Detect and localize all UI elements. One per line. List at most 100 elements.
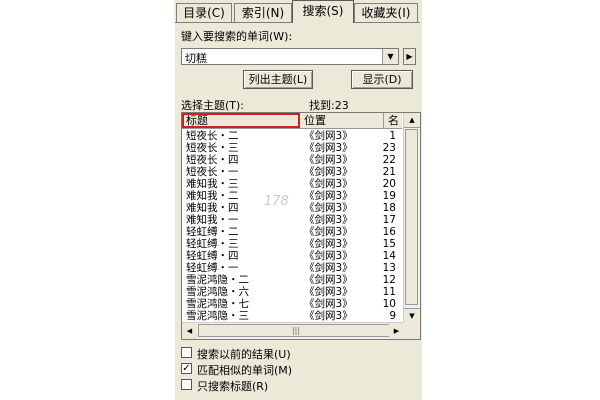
row-title: 轻虹缚・三 (186, 238, 239, 250)
search-titles-only-label[interactable]: 只搜索标题(R) (197, 378, 268, 394)
table-row[interactable]: 短夜长・四 《剑网3》 22 (182, 154, 402, 166)
table-row[interactable]: 轻虹缚・一 《剑网3》 13 (182, 262, 402, 274)
row-title: 难知我・一 (186, 214, 239, 226)
search-prompt-label: 键入要搜索的单词(W): (181, 30, 293, 43)
row-location: 《剑网3》 (304, 262, 353, 274)
table-row[interactable]: 雪泥鸿隐・六 《剑网3》 11 (182, 286, 402, 298)
table-row[interactable]: 轻虹缚・二 《剑网3》 16 (182, 226, 402, 238)
results-list[interactable]: 标题 位置 名 短夜长・二 《剑网3》 1 短夜长・三 《剑网3》 23 短夜长・四 《剑网3… (181, 112, 421, 340)
row-title: 雪泥鸿隐・六 (186, 286, 249, 298)
row-rank: 11 (382, 286, 396, 298)
match-similar-words-option[interactable]: ✓ 匹配相似的单词(M) (181, 362, 421, 378)
scroll-down-icon[interactable]: ▼ (404, 308, 420, 323)
row-title: 短夜长・一 (186, 166, 239, 178)
row-title: 短夜长・三 (186, 142, 239, 154)
row-rank: 1 (389, 130, 396, 142)
row-title: 轻虹缚・四 (186, 250, 239, 262)
search-titles-only-option[interactable]: 只搜索标题(R) (181, 378, 421, 394)
horizontal-scroll-thumb[interactable]: ||| (198, 324, 394, 337)
vertical-scroll-thumb[interactable] (405, 129, 418, 305)
search-input-value[interactable]: 切糕 (185, 50, 207, 66)
vertical-scrollbar[interactable]: ▲ ▼ (403, 113, 420, 323)
search-previous-results-checkbox[interactable] (181, 347, 192, 358)
row-rank: 22 (382, 154, 396, 166)
row-location: 《剑网3》 (304, 214, 353, 226)
row-title: 雪泥鸿隐・三 (186, 310, 249, 322)
row-rank: 23 (382, 142, 396, 154)
row-title: 轻虹缚・二 (186, 226, 239, 238)
row-title: 雪泥鸿隐・七 (186, 298, 249, 310)
table-row[interactable]: 雪泥鸿隐・七 《剑网3》 10 (182, 298, 402, 310)
table-row[interactable]: 轻虹缚・三 《剑网3》 15 (182, 238, 402, 250)
row-location: 《剑网3》 (304, 154, 353, 166)
row-title: 难知我・四 (186, 202, 239, 214)
row-title: 轻虹缚・一 (186, 262, 239, 274)
row-rank: 18 (382, 202, 396, 214)
scroll-left-icon[interactable]: ◀ (182, 323, 197, 339)
row-rank: 17 (382, 214, 396, 226)
row-location: 《剑网3》 (304, 250, 353, 262)
row-location: 《剑网3》 (304, 142, 353, 154)
row-rank: 20 (382, 178, 396, 190)
search-pane: 键入要搜索的单词(W): 切糕 ▼ ▶ 列出主题(L) 显示(D) 选择主题(T… (174, 22, 421, 400)
row-rank: 19 (382, 190, 396, 202)
horizontal-scrollbar[interactable]: ◀ ||| ▶ (182, 322, 404, 339)
title-header-highlight (182, 113, 300, 128)
search-titles-only-checkbox[interactable] (181, 379, 192, 390)
display-button[interactable]: 显示(D) (351, 70, 413, 89)
match-similar-words-checkbox[interactable]: ✓ (181, 363, 192, 374)
row-title: 雪泥鸿隐・二 (186, 274, 249, 286)
row-location: 《剑网3》 (304, 130, 353, 142)
tab-search[interactable]: 搜索(S) (292, 0, 354, 23)
list-topics-button[interactable]: 列出主题(L) (243, 70, 313, 89)
chevron-right-icon[interactable]: ▶ (403, 48, 416, 65)
row-title: 难知我・三 (186, 178, 239, 190)
tab-contents[interactable]: 目录(C) (176, 3, 232, 22)
row-location: 《剑网3》 (304, 202, 353, 214)
column-header-location[interactable]: 位置 (300, 113, 384, 128)
table-row[interactable]: 难知我・二 《剑网3》 19 (182, 190, 402, 202)
table-row[interactable]: 轻虹缚・四 《剑网3》 14 (182, 250, 402, 262)
row-rank: 14 (382, 250, 396, 262)
scroll-up-icon[interactable]: ▲ (404, 113, 420, 128)
row-location: 《剑网3》 (304, 190, 353, 202)
column-header-rank[interactable]: 名 (384, 113, 402, 128)
table-row[interactable]: 难知我・三 《剑网3》 20 (182, 178, 402, 190)
tab-favorites[interactable]: 收藏夹(I) (354, 3, 418, 22)
row-rank: 21 (382, 166, 396, 178)
select-topic-label: 选择主题(T): (181, 99, 245, 112)
tab-index[interactable]: 索引(N) (234, 3, 292, 22)
results-header: 标题 位置 名 (182, 113, 402, 129)
chevron-down-icon[interactable]: ▼ (382, 49, 398, 64)
table-row[interactable]: 难知我・一 《剑网3》 17 (182, 214, 402, 226)
row-rank: 9 (389, 310, 396, 322)
search-previous-results-label[interactable]: 搜索以前的结果(U) (197, 346, 291, 362)
tab-bar: 目录(C) 索引(N) 搜索(S) 收藏夹(I) (174, 0, 422, 23)
row-rank: 12 (382, 274, 396, 286)
row-location: 《剑网3》 (304, 298, 353, 310)
table-row[interactable]: 短夜长・二 《剑网3》 1 (182, 130, 402, 142)
row-location: 《剑网3》 (304, 166, 353, 178)
table-row[interactable]: 短夜长・三 《剑网3》 23 (182, 142, 402, 154)
row-title: 短夜长・四 (186, 154, 239, 166)
watermark-logo: 178 (264, 194, 289, 209)
search-input[interactable]: 切糕 ▼ (181, 48, 399, 65)
help-search-panel: 目录(C) 索引(N) 搜索(S) 收藏夹(I) 键入要搜索的单词(W): 切糕… (174, 0, 422, 400)
row-location: 《剑网3》 (304, 178, 353, 190)
scrollbar-corner (404, 323, 420, 339)
table-row[interactable]: 难知我・四 《剑网3》 18 (182, 202, 402, 214)
row-location: 《剑网3》 (304, 238, 353, 250)
row-location: 《剑网3》 (304, 226, 353, 238)
row-rank: 16 (382, 226, 396, 238)
table-row[interactable]: 雪泥鸿隐・二 《剑网3》 12 (182, 274, 402, 286)
table-row[interactable]: 短夜长・一 《剑网3》 21 (182, 166, 402, 178)
row-location: 《剑网3》 (304, 274, 353, 286)
row-rank: 13 (382, 262, 396, 274)
table-row[interactable]: 雪泥鸿隐・三 《剑网3》 9 (182, 310, 402, 322)
row-title: 难知我・二 (186, 190, 239, 202)
scroll-right-icon[interactable]: ▶ (389, 323, 404, 339)
search-previous-results-option[interactable]: 搜索以前的结果(U) (181, 346, 421, 362)
match-similar-words-label[interactable]: 匹配相似的单词(M) (197, 362, 292, 378)
row-location: 《剑网3》 (304, 310, 353, 322)
found-count: 找到:23 (309, 99, 349, 112)
